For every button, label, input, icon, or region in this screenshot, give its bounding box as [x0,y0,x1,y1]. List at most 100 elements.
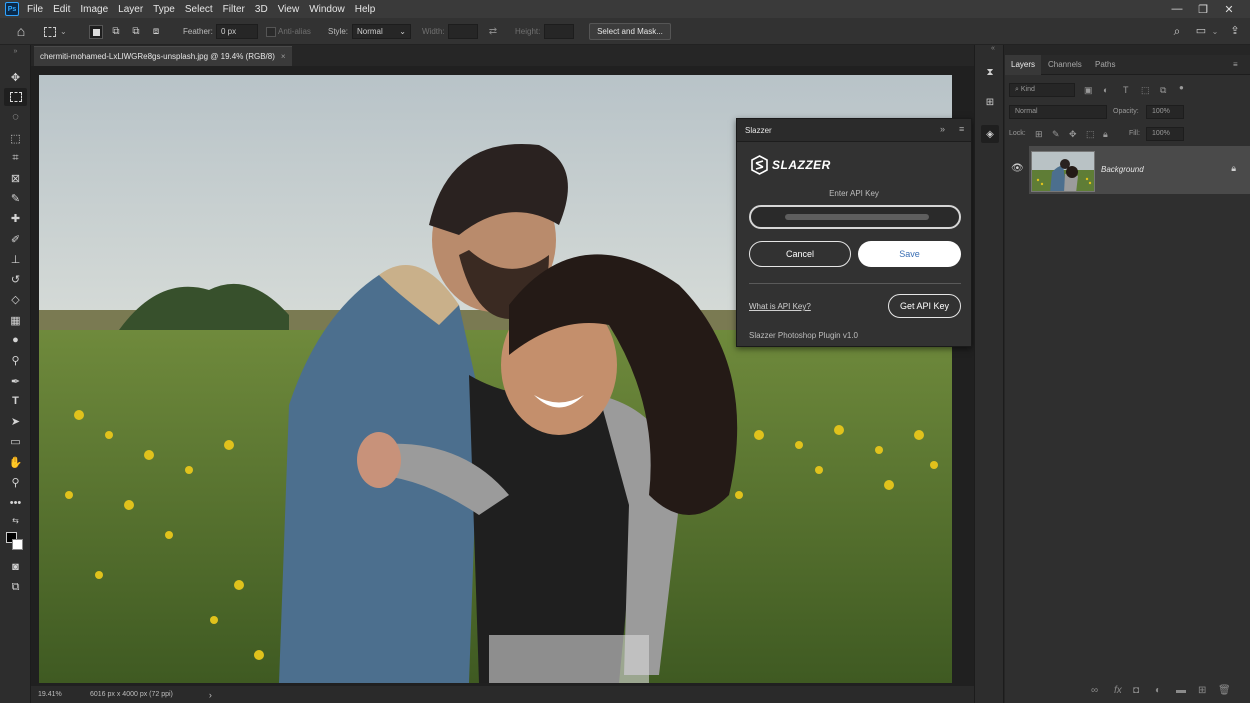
clone-stamp-tool-icon[interactable]: ⊥ [4,250,27,268]
swap-dimensions-icon[interactable]: ⇄ [486,23,500,40]
height-input[interactable] [544,24,574,39]
lock-icon[interactable]: 🔒︎ [1231,163,1236,174]
zoom-level[interactable]: 19.41% [38,691,78,698]
properties-panel-icon[interactable]: ⊞ [981,93,999,111]
menu-edit[interactable]: Edit [53,4,70,15]
menu-filter[interactable]: Filter [223,4,245,15]
eye-icon[interactable]: 👁︎ [1011,163,1024,174]
slazzer-panel-title[interactable]: Slazzer [745,126,772,135]
link-layers-icon[interactable]: ∞ [1091,685,1098,696]
menu-file[interactable]: File [27,4,43,15]
lasso-tool-icon[interactable]: ◌ [4,108,27,126]
crop-tool-icon[interactable]: ⌗ [4,149,27,167]
lock-artboard-icon[interactable]: ⬚ [1086,127,1095,141]
feather-input[interactable]: 0 px [216,24,258,39]
new-layer-icon[interactable]: ⊞ [1198,685,1206,696]
restore-icon[interactable]: ❐ [1190,0,1216,18]
move-tool-icon[interactable]: ✥ [4,68,27,86]
history-brush-tool-icon[interactable]: ↺ [4,270,27,288]
adjustment-layer-icon[interactable]: ◐ [1155,685,1161,696]
default-colors-icon[interactable]: ⇆ [4,514,27,526]
status-menu-arrow[interactable]: › [209,690,212,700]
api-key-input[interactable] [749,205,961,229]
subtract-selection-icon[interactable]: ⧉ [129,23,143,40]
quick-mask-icon[interactable]: ◙ [4,558,27,576]
intersect-selection-icon[interactable]: ⧈ [149,23,163,40]
add-mask-icon[interactable]: ◘ [1133,685,1139,696]
collapse-dock-icon[interactable]: « [991,45,995,52]
width-input[interactable] [448,24,478,39]
lock-image-icon[interactable]: ✎ [1052,127,1060,141]
panel-menu-icon[interactable]: ≡ [959,124,964,134]
screen-mode-icon[interactable]: ⧉ [4,578,27,596]
zoom-tool-icon[interactable]: ⚲ [4,473,27,491]
lock-all-icon[interactable]: 🔒︎ [1103,127,1108,141]
menu-layer[interactable]: Layer [118,4,143,15]
menu-help[interactable]: Help [355,4,376,15]
panel-menu-icon[interactable]: ≡ [1233,55,1238,75]
more-tools-icon[interactable]: ••• [4,494,27,512]
close-icon[interactable]: × [281,52,286,61]
collapse-tools-icon[interactable]: » [4,47,27,55]
delete-layer-icon[interactable]: 🗑︎ [1218,685,1231,696]
brush-tool-icon[interactable]: ✐ [4,230,27,248]
rectangle-tool-icon[interactable]: ▭ [4,432,27,450]
share-icon[interactable]: ⇪ [1227,23,1243,40]
tab-paths[interactable]: Paths [1089,55,1121,75]
menu-image[interactable]: Image [80,4,108,15]
dodge-tool-icon[interactable]: ⚲ [4,351,27,369]
adjustment-filter-icon[interactable]: ◐ [1103,83,1108,97]
chevron-down-icon[interactable]: ⌄ [1210,23,1220,40]
style-select[interactable]: Normal ⌄ [352,24,411,39]
kind-filter-select[interactable]: ⌕ Kind [1009,83,1075,97]
add-selection-icon[interactable]: ⧉ [109,23,123,40]
eyedropper-tool-icon[interactable]: ✎ [4,189,27,207]
object-selection-tool-icon[interactable]: ⬚ [4,129,27,147]
slazzer-panel-icon[interactable]: ◈ [981,125,999,143]
marquee-preset-picker[interactable]: ⌄ [44,23,74,40]
document-tab[interactable]: chermiti-mohamed-LxLlWGRe8gs-unsplash.jp… [34,46,292,66]
antialias-checkbox[interactable] [266,27,276,37]
blur-tool-icon[interactable]: ● [4,331,27,349]
menu-select[interactable]: Select [185,4,213,15]
type-tool-icon[interactable]: T [4,392,27,410]
pen-tool-icon[interactable]: ✒ [4,372,27,390]
filter-toggle-icon[interactable]: ● [1179,81,1184,95]
select-and-mask-button[interactable]: Select and Mask... [589,23,671,40]
collapse-panel-icon[interactable]: » [940,124,945,134]
fill-input[interactable]: 100% [1146,127,1184,141]
opacity-input[interactable]: 100% [1146,105,1184,119]
menu-3d[interactable]: 3D [255,4,268,15]
menu-view[interactable]: View [278,4,300,15]
path-selection-tool-icon[interactable]: ➤ [4,412,27,430]
eraser-tool-icon[interactable]: ◇ [4,290,27,308]
cancel-button[interactable]: Cancel [749,241,851,267]
what-is-api-key-link[interactable]: What is API Key? [749,302,811,311]
history-panel-icon[interactable]: ⧗ [981,63,999,81]
search-icon[interactable]: ⌕ [1169,23,1185,40]
smart-object-filter-icon[interactable]: ⧉ [1160,83,1166,97]
layer-style-icon[interactable]: fx [1114,685,1122,696]
minimize-icon[interactable]: — [1164,0,1190,18]
tab-layers[interactable]: Layers [1005,55,1042,75]
lock-transparency-icon[interactable]: ⊞ [1035,127,1043,141]
tab-channels[interactable]: Channels [1042,55,1088,75]
gradient-tool-icon[interactable]: ▦ [4,311,27,329]
home-icon[interactable]: ⌂ [12,23,30,40]
pixel-filter-icon[interactable]: ▣ [1084,83,1093,97]
shape-filter-icon[interactable]: ⬚ [1141,83,1150,97]
new-selection-icon[interactable] [89,25,103,39]
layer-name[interactable]: Background [1101,165,1144,174]
menu-window[interactable]: Window [309,4,345,15]
layer-row-background[interactable]: Background 🔒︎ [1029,146,1250,194]
rectangular-marquee-tool-icon[interactable] [4,88,27,106]
workspace-icon[interactable]: ▭ [1193,23,1209,40]
background-color-swatch[interactable] [12,539,23,550]
healing-brush-tool-icon[interactable]: ✚ [4,209,27,227]
close-window-icon[interactable]: ✕ [1216,0,1242,18]
new-group-icon[interactable]: ▬ [1176,685,1186,696]
get-api-key-button[interactable]: Get API Key [888,294,961,318]
lock-position-icon[interactable]: ✥ [1069,127,1077,141]
save-button[interactable]: Save [858,241,961,267]
frame-tool-icon[interactable]: ⊠ [4,169,27,187]
